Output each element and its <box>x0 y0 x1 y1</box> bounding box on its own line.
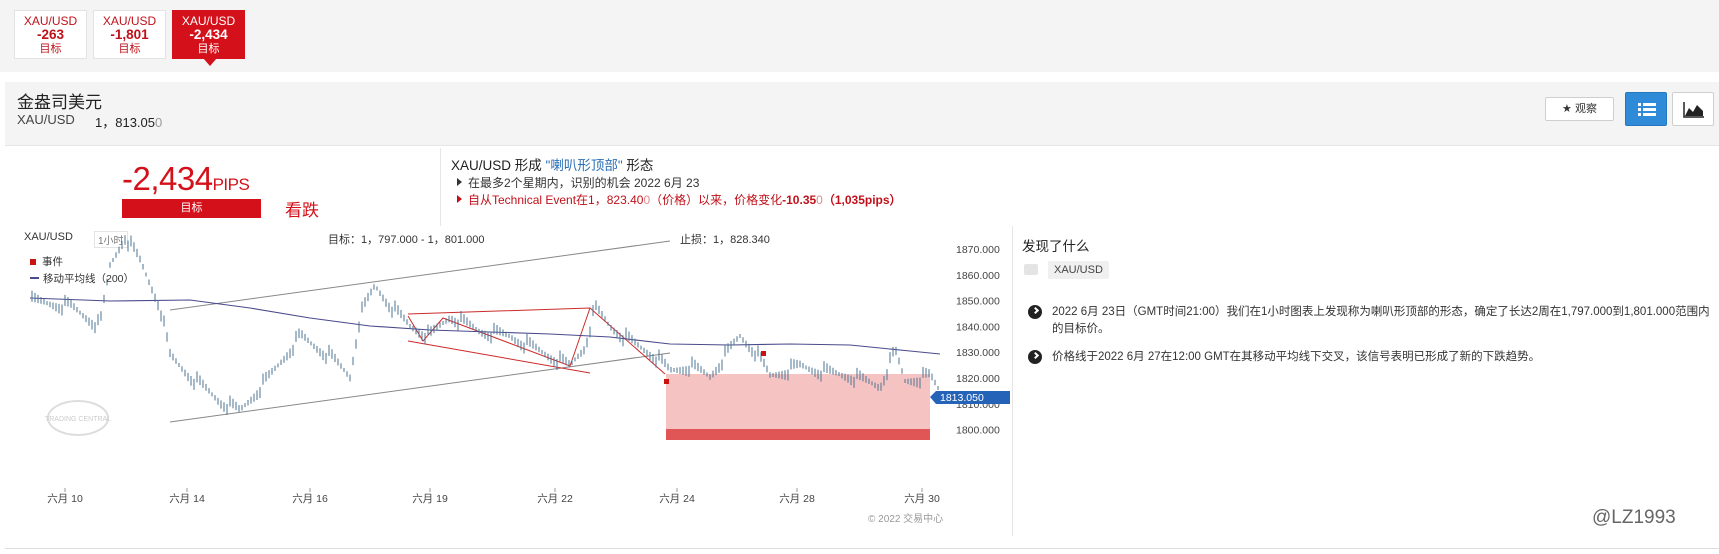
pattern-prefix: XAU/USD 形成 <box>451 158 542 173</box>
legend-event: 事件 <box>30 254 63 269</box>
target-tab-3-active[interactable]: XAU/USD -2,434 目标 <box>172 10 245 66</box>
price-tail: 0 <box>155 115 163 130</box>
pattern-summary: XAU/USD 形成 "喇叭形顶部" 形态 在最多2个星期内，识别的机会 202… <box>440 148 1719 226</box>
chart-canvas: TRADING CENTRAL 1870.000 1860.000 1850.000… <box>29 235 1010 505</box>
x-tick-label: 六月 22 <box>537 493 573 505</box>
price-main: 1，813.05 <box>95 115 155 130</box>
instrument-price: 1，813.050 <box>95 112 162 131</box>
x-tick-label: 六月 19 <box>412 493 448 505</box>
target-tab-value: -1,801 <box>110 27 149 42</box>
chevron-circle-icon <box>1028 350 1042 364</box>
x-tick-label: 六月 28 <box>779 493 815 505</box>
moving-average-line <box>29 297 941 355</box>
pattern-title: XAU/USD 形成 "喇叭形顶部" 形态 <box>451 154 653 174</box>
findings-tag[interactable]: XAU/USD <box>1048 261 1109 279</box>
x-tick-label: 六月 14 <box>169 493 205 505</box>
current-price-label: 1813.050 <box>940 392 984 404</box>
instrument-header: 金盎司美元 XAU/USD 1，813.050 ★ 观察 <box>5 82 1719 146</box>
x-axis: 六月 10 六月 14 六月 16 六月 19 六月 22 六月 24 六月 28 六月 30 <box>47 488 940 505</box>
pattern-line-2: 自从Technical Event在1，823.40 0 （价格）以来，价格变化-1… <box>457 191 902 208</box>
y-tick-label: 1800.000 <box>956 425 1000 437</box>
y-tick-label: 1820.000 <box>956 373 1000 385</box>
target-tabs-bar: XAU/USD -263 目标 XAU/USD -1,801 目标 XAU/US… <box>0 0 1719 72</box>
line2-end: （1,035pips） <box>822 193 902 207</box>
channel-upper-line <box>169 240 671 311</box>
pips-value: -2,434PIPS <box>122 160 250 198</box>
target-tab-label: 目标 <box>39 43 62 55</box>
pattern-line-1-text: 在最多2个星期内，识别的机会 2022 6月 23 <box>468 176 700 190</box>
channel-lower-line <box>169 352 671 423</box>
target-bar: 目标 <box>122 199 261 218</box>
target-zone <box>666 374 930 438</box>
star-icon: ★ <box>1562 103 1572 115</box>
logo-text: TRADING CENTRAL <box>45 416 111 423</box>
caret-right-icon <box>457 178 462 186</box>
chart-view-button[interactable] <box>1672 92 1714 126</box>
watch-button[interactable]: ★ 观察 <box>1545 97 1614 121</box>
x-tick-label: 六月 24 <box>659 493 695 505</box>
finding-item-1: 2022 6月 23日（GMT时间21:00）我们在1小时图表上发现称为喇叭形顶… <box>1052 306 1710 335</box>
finding-item-2: 价格线于2022 6月 27在12:00 GMT在其移动平均线下交叉，该信号表明… <box>1052 351 1541 363</box>
event-marker <box>761 351 766 356</box>
line2-change: -10.35 <box>782 193 817 207</box>
pattern-line-1: 在最多2个星期内，识别的机会 2022 6月 23 <box>457 174 699 191</box>
caret-right-icon <box>457 195 462 203</box>
target-zone-base <box>666 429 930 440</box>
list-view-button[interactable] <box>1625 92 1667 126</box>
target-tab-symbol: XAU/USD <box>23 14 78 28</box>
target-tab-2[interactable]: XAU/USD -1,801 目标 <box>93 10 166 59</box>
chevron-circle-icon <box>1028 305 1042 319</box>
findings-title: 发现了什么 <box>1022 239 1090 254</box>
pattern-name-link[interactable]: "喇叭形顶部" <box>546 158 623 173</box>
line2-change-dim: 0 <box>816 193 823 207</box>
direction-label: 看跌 <box>285 201 319 220</box>
pips-unit: PIPS <box>212 175 250 194</box>
legend-event-label: 事件 <box>42 256 63 268</box>
legend-ma: 移动平均线（200） <box>30 271 134 286</box>
x-tick-label: 六月 30 <box>904 493 940 505</box>
pips-number: -2,434 <box>122 160 213 197</box>
y-tick-label: 1830.000 <box>956 347 1000 359</box>
line2-b: （价格）以来，价格变化 <box>650 193 783 207</box>
pattern-suffix: 形态 <box>626 158 654 173</box>
target-tab-1[interactable]: XAU/USD -263 目标 <box>14 10 87 59</box>
line2-a: 自从Technical Event在1，823.40 <box>468 193 644 207</box>
ma-swatch <box>30 277 39 279</box>
event-swatch <box>30 259 36 265</box>
x-tick-label: 六月 16 <box>292 493 328 505</box>
watermark: @LZ1993 <box>1592 507 1676 528</box>
legend-ma-label: 移动平均线（200） <box>43 273 135 285</box>
y-tick-label: 1840.000 <box>956 321 1000 333</box>
target-tab-value: -2,434 <box>189 27 228 42</box>
target-tab-symbol: XAU/USD <box>102 14 157 28</box>
price-chart[interactable]: XAU/USD 1小时 目标：1，797.000 - 1，801.000 止损：… <box>10 226 1013 536</box>
bottom-divider <box>5 548 1719 549</box>
target-tab-value: -263 <box>36 27 65 42</box>
y-tick-label: 1850.000 <box>956 296 1000 308</box>
tag-icon <box>1024 264 1038 275</box>
list-icon <box>1638 103 1656 116</box>
y-axis: 1870.000 1860.000 1850.000 1840.000 1830.000… <box>956 244 1000 437</box>
instrument-symbol: XAU/USD <box>17 112 75 127</box>
target-tab-symbol: XAU/USD <box>181 14 236 28</box>
chart-copyright: © 2022 交易中心 <box>868 514 944 525</box>
event-marker <box>664 379 669 384</box>
y-tick-label: 1860.000 <box>956 270 1000 282</box>
y-tick-label: 1870.000 <box>956 244 1000 256</box>
area-chart-icon <box>1683 102 1704 118</box>
instrument-name: 金盎司美元 <box>17 93 102 112</box>
watch-label: 观察 <box>1574 103 1597 115</box>
target-tab-label: 目标 <box>197 43 220 55</box>
x-tick-label: 六月 10 <box>47 493 83 505</box>
target-tab-label: 目标 <box>118 43 141 55</box>
